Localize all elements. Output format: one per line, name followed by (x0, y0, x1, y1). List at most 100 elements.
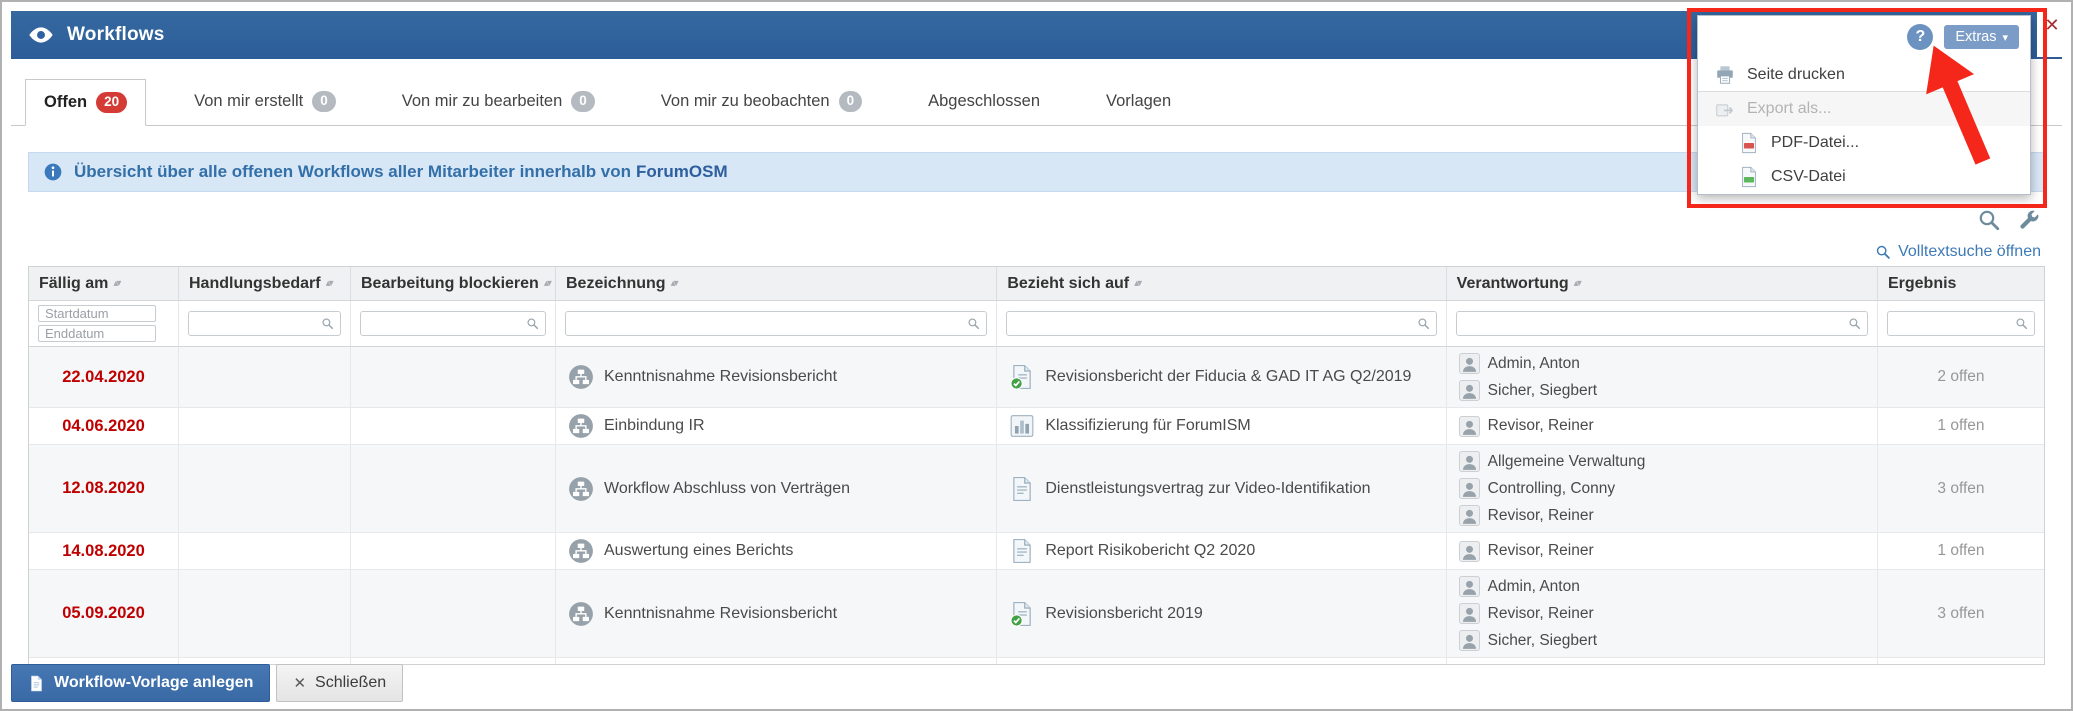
person-icon (1459, 576, 1480, 597)
table-body: 22.04.2020 Kenntnisnahme Revisionsberich… (29, 347, 2044, 664)
sort-icon: ▴▾ (1573, 278, 1582, 289)
bezieht-cell: Revisionsbericht der Fiducia & GAD IT AG… (997, 347, 1447, 407)
handlungsbedarf-cell (179, 445, 351, 532)
tab-label: Abgeschlossen (928, 92, 1041, 110)
ergebnis-cell: 1 offen (1937, 417, 1985, 434)
reference-name: Dienstleistungsvertrag zur Video-Identif… (1045, 479, 1371, 497)
person-entry: Revisor, Reiner (1459, 414, 1594, 439)
person-icon (1459, 353, 1480, 374)
table-row[interactable]: 05.09.2020 Kenntnisnahme Revisionsberich… (29, 570, 2044, 658)
bezeichnung-cell: Einbindung IR (556, 408, 998, 444)
workflow-table: Fällig am ▴▾ Handlungsbedarf ▴▾ Bearbeit… (28, 266, 2045, 665)
workflow-name: Einbindung IR (604, 417, 705, 434)
footer-bar: Workflow-Vorlage anlegen ✕ Schließen (11, 664, 404, 702)
ergebnis-cell: 1 offen (1878, 658, 2044, 664)
column-header-handlungsbedarf[interactable]: Handlungsbedarf ▴▾ (179, 267, 351, 300)
handlungsbedarf-cell (179, 347, 351, 407)
workflow-name: Kenntnisnahme Revisionsbericht (604, 604, 838, 622)
search-icon (967, 317, 980, 330)
count-badge: 20 (96, 92, 128, 113)
tab-vorlagen[interactable]: Vorlagen (1088, 78, 1189, 125)
window-close-icon[interactable]: ✕ (2044, 16, 2059, 57)
column-header-verantwortung[interactable]: Verantwortung ▴▾ (1447, 267, 1878, 300)
create-workflow-template-button[interactable]: Workflow-Vorlage anlegen (11, 664, 271, 702)
close-button[interactable]: ✕ Schließen (276, 664, 404, 702)
person-name: Sicher, Siegbert (1487, 631, 1598, 649)
person-entry: Revisor, Reiner (1459, 539, 1594, 564)
verantwortung-cell: Admin, Anton Revisor, Reiner Sicher, Sie… (1447, 570, 1878, 657)
ergebnis-filter (1886, 311, 2035, 336)
person-name: Allgemeine Verwaltung (1487, 452, 1646, 470)
tab-label: Von mir erstellt (194, 92, 304, 110)
search-icon (2015, 317, 2028, 330)
ergebnis-filter-input[interactable] (1886, 311, 2035, 336)
person-entry: Allgemeine Verwaltung (1459, 449, 1646, 474)
column-header-bezieht-sich-auf[interactable]: Bezieht sich auf ▴▾ (997, 267, 1447, 300)
fulltext-search-link[interactable]: Volltextsuche öffnen (1875, 243, 2041, 261)
chart-icon (1009, 413, 1035, 439)
bearbeitung-cell (351, 570, 556, 657)
menu-item-print-page[interactable]: Seite drucken (1698, 58, 2030, 92)
start-date-filter-input[interactable] (38, 305, 156, 322)
tab-von-mir-erstellt[interactable]: Von mir erstellt 0 (176, 78, 354, 125)
bezieht-cell: Risikoanalyse für Embargo-Prüfung und Pr… (997, 658, 1447, 664)
end-date-filter-input[interactable] (38, 325, 156, 342)
extras-dropdown-menu: ? Extras ▾ Seite drucken Export als... P… (1697, 15, 2031, 195)
table-row[interactable]: 04.06.2020 Einbindung IR Klassifizierung… (29, 408, 2044, 445)
person-entry: Sicher, Siegbert (1459, 378, 1597, 403)
export-icon (1714, 98, 1736, 120)
search-icon (321, 317, 334, 330)
menu-item-export-as: Export als... (1698, 92, 2030, 126)
product-name: ForumOSM (636, 162, 728, 181)
extras-button[interactable]: Extras ▾ (1944, 25, 2019, 49)
bearbeitung-cell (351, 347, 556, 407)
search-icon (526, 317, 539, 330)
bezieht-filter-input[interactable] (1006, 311, 1437, 336)
panel-header: ? Extras ▾ (1698, 16, 2030, 58)
tab-offen[interactable]: Offen 20 (25, 79, 147, 126)
table-row[interactable]: 14.08.2020 Auswertung eines Berichts Rep… (29, 533, 2044, 570)
person-entry: Admin, Anton (1459, 351, 1580, 376)
column-header-bearbeitung-blockieren[interactable]: Bearbeitung blockieren ▴▾ (351, 267, 556, 300)
file-icon (28, 675, 45, 692)
info-text: Übersicht über alle offenen Workflows al… (74, 162, 632, 181)
due-date-cell: 14.08.2020 (29, 533, 179, 569)
tab-von-mir-zu-bearbeiten[interactable]: Von mir zu bearbeiten 0 (384, 78, 613, 125)
ergebnis-cell: 3 offen (1937, 604, 1985, 622)
person-entry: Controlling, Conny (1459, 476, 1615, 501)
search-icon[interactable] (1977, 208, 2001, 232)
count-badge: 0 (838, 91, 863, 112)
page-title: Workflows (67, 24, 165, 45)
tab-abgeschlossen[interactable]: Abgeschlossen (910, 78, 1058, 125)
column-header-bezeichnung[interactable]: Bezeichnung ▴▾ (556, 267, 998, 300)
person-name: Revisor, Reiner (1487, 417, 1594, 434)
table-header-row: Fällig am ▴▾ Handlungsbedarf ▴▾ Bearbeit… (29, 267, 2044, 301)
count-badge: 0 (312, 91, 336, 112)
reference-name: Revisionsbericht 2019 (1045, 604, 1203, 622)
person-icon (1459, 505, 1480, 526)
workflow-icon (568, 364, 594, 390)
bezeichnung-filter-input[interactable] (565, 311, 988, 336)
due-date-cell: 22.04.2020 (29, 347, 179, 407)
person-name: Admin, Anton (1487, 577, 1580, 595)
handlungsbedarf-filter-input[interactable] (188, 311, 341, 336)
menu-item-pdf-file[interactable]: PDF-Datei... (1698, 126, 2030, 160)
due-date-filter (29, 301, 179, 346)
table-row[interactable]: 12.08.2020 Workflow Abschluss von Verträ… (29, 445, 2044, 533)
due-date-cell: 04.06.2020 (29, 408, 179, 444)
settings-wrench-icon[interactable] (2017, 208, 2041, 232)
menu-item-csv-file[interactable]: CSV-Datei (1698, 160, 2030, 194)
tab-von-mir-zu-beobachten[interactable]: Von mir zu beobachten 0 (643, 78, 880, 125)
column-header-faellig-am[interactable]: Fällig am ▴▾ (29, 267, 179, 300)
printer-icon (1714, 64, 1736, 86)
verantwortung-filter-input[interactable] (1455, 311, 1868, 336)
verantwortung-cell: Revisor, Reiner (1447, 658, 1878, 664)
sort-icon: ▴▾ (543, 278, 552, 289)
table-row[interactable]: 22.04.2020 Kenntnisnahme Revisionsberich… (29, 347, 2044, 408)
column-header-ergebnis[interactable]: Ergebnis (1878, 267, 2044, 300)
help-button[interactable]: ? (1907, 24, 1934, 50)
bearbeitung-filter-input[interactable] (360, 311, 546, 336)
reference-name: Klassifizierung für ForumISM (1045, 417, 1251, 434)
bezieht-cell: Report Risikobericht Q2 2020 (997, 533, 1447, 569)
tab-label: Von mir zu beobachten (660, 92, 830, 110)
